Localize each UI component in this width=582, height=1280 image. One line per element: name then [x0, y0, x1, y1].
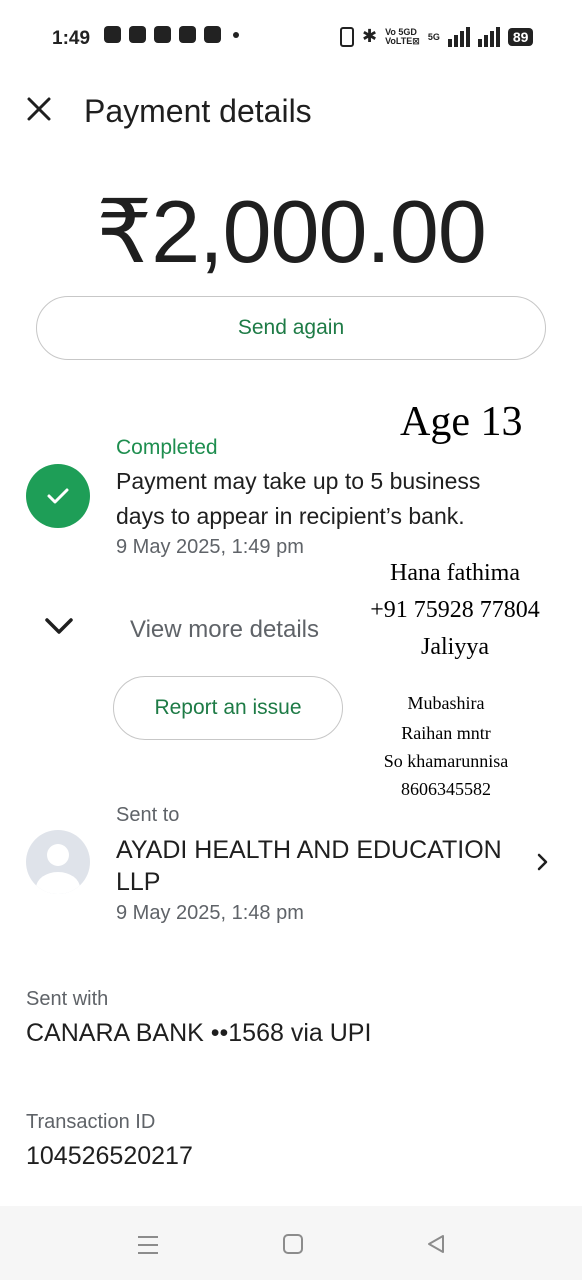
chat-icon	[104, 26, 121, 43]
notification-icons	[104, 26, 239, 43]
app-icon	[129, 26, 146, 43]
send-again-button[interactable]: Send again	[36, 296, 546, 360]
overlay-phone: +91 75928 77804	[370, 597, 540, 623]
bluetooth-icon: ✱	[362, 26, 378, 46]
sent-with-label: Sent with	[26, 988, 109, 1010]
recent-apps-icon[interactable]	[136, 1234, 160, 1256]
check-circle-icon	[26, 464, 90, 528]
close-icon[interactable]	[24, 94, 54, 124]
overlay-name: Hana fathima	[390, 560, 520, 586]
network-type: 5G	[427, 31, 440, 42]
status-bar: 1:49 ✱ Vo 5GD VoLTE⊠ 5G 89	[0, 0, 582, 78]
view-more-details-link[interactable]: View more details	[130, 616, 319, 644]
home-icon[interactable]	[283, 1234, 303, 1254]
status-time: 1:49	[52, 28, 91, 49]
chevron-down-icon[interactable]	[42, 614, 76, 640]
recipient-name[interactable]: AYADI HEALTH AND EDUCATION LLP	[116, 834, 526, 898]
youtube-icon	[179, 26, 196, 43]
transaction-id-value[interactable]: 104526520217	[26, 1142, 193, 1171]
page-title: Payment details	[84, 93, 312, 129]
sent-with-value: CANARA BANK ••1568 via UPI	[26, 1019, 372, 1047]
overlay-line1: Mubashira	[407, 693, 485, 713]
volte-bottom: VoLTE⊠	[385, 35, 420, 46]
overlay-line2: Raihan mntr	[401, 723, 491, 743]
status-time: 9 May 2025, 1:49 pm	[116, 536, 304, 558]
app-icon	[204, 26, 221, 43]
signal-icon	[477, 26, 500, 47]
back-icon[interactable]	[425, 1233, 447, 1255]
overlay-age: Age 13	[400, 399, 523, 445]
app-icon	[154, 26, 171, 43]
volte-indicator: Vo 5GD VoLTE⊠	[385, 27, 420, 46]
signal-icon	[447, 26, 470, 47]
avatar	[26, 830, 90, 894]
report-issue-button[interactable]: Report an issue	[113, 676, 343, 740]
sent-to-label: Sent to	[116, 804, 180, 826]
more-notifications-dot-icon	[233, 31, 239, 38]
battery-level: 89	[507, 27, 534, 46]
system-icons: ✱ Vo 5GD VoLTE⊠ 5G 89	[340, 26, 534, 47]
chevron-right-icon[interactable]	[536, 852, 550, 872]
overlay-place: Jaliyya	[421, 634, 489, 660]
status-message: Payment may take up to 5 business days t…	[116, 468, 481, 529]
overlay-line4: 8606345582	[401, 779, 491, 799]
transaction-id-label: Transaction ID	[26, 1111, 156, 1133]
status-label: Completed	[116, 436, 218, 459]
vibrate-icon	[340, 26, 354, 47]
payment-amount: ₹2,000.00	[96, 182, 487, 281]
recipient-time: 9 May 2025, 1:48 pm	[116, 902, 304, 924]
overlay-line3: So khamarunnisa	[383, 751, 509, 771]
